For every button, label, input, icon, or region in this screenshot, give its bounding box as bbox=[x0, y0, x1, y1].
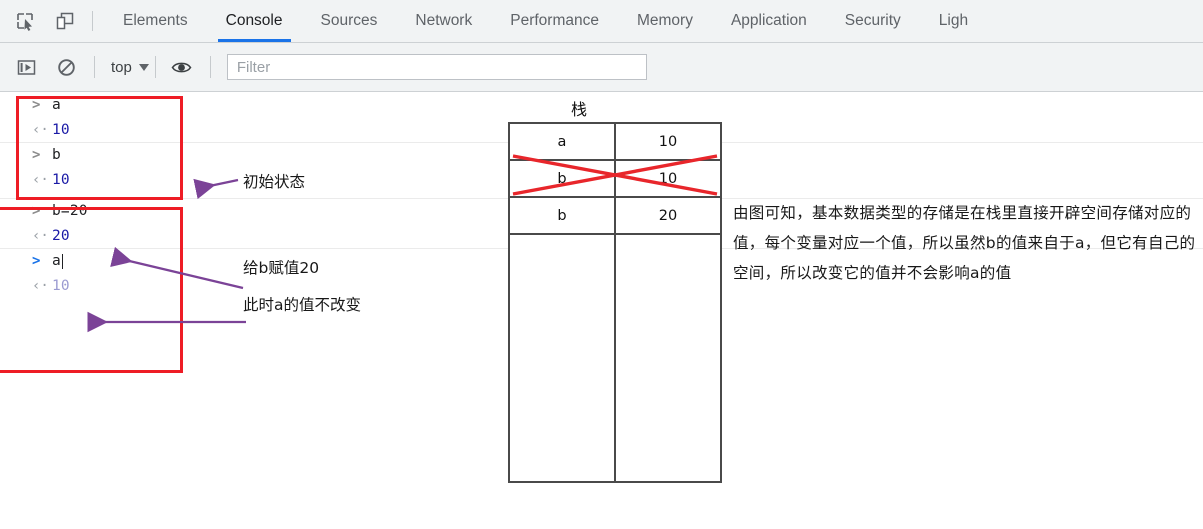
tab-label: Memory bbox=[636, 12, 693, 29]
console-output-value: 20 bbox=[52, 227, 70, 244]
chevron-down-icon bbox=[138, 63, 149, 71]
tab-memory[interactable]: Memory bbox=[618, 0, 712, 42]
tab-label: Performance bbox=[510, 12, 599, 29]
toolbar-divider bbox=[94, 56, 95, 78]
filter-input[interactable]: Filter bbox=[226, 54, 647, 80]
tab-label: Security bbox=[844, 12, 901, 29]
stack-variable-name: b bbox=[510, 161, 616, 196]
devtools-tab-list: Elements Console Sources Network Perform… bbox=[104, 0, 987, 42]
toolbar-divider bbox=[92, 11, 93, 31]
output-marker-icon: ‹· bbox=[32, 171, 49, 188]
device-toolbar-icon[interactable] bbox=[52, 8, 78, 34]
text-cursor bbox=[61, 253, 63, 269]
tab-console[interactable]: Console bbox=[207, 0, 302, 42]
devtools-tabbar: Elements Console Sources Network Perform… bbox=[0, 0, 1203, 43]
console-input-row[interactable]: > a bbox=[0, 92, 1203, 117]
console-output-value: 10 bbox=[52, 277, 70, 294]
execute-step-icon[interactable] bbox=[12, 53, 40, 81]
console-input-text: a bbox=[52, 96, 61, 113]
tab-security[interactable]: Security bbox=[826, 0, 920, 42]
annotation-label-a-unchanged: 此时a的值不改变 bbox=[243, 296, 361, 314]
annotation-label-initial-state: 初始状态 bbox=[243, 173, 306, 191]
execution-context-label: top bbox=[111, 58, 132, 76]
inspect-element-icon[interactable] bbox=[12, 8, 38, 34]
tab-label: Network bbox=[415, 12, 473, 29]
tab-elements[interactable]: Elements bbox=[104, 0, 207, 42]
stack-diagram-title: 栈 bbox=[571, 100, 588, 119]
console-input-expression: b=20 bbox=[52, 203, 88, 219]
devtools-tool-icons bbox=[0, 0, 78, 42]
tab-label: Application bbox=[730, 12, 807, 29]
tab-application[interactable]: Application bbox=[712, 0, 826, 42]
tab-label: Ligh bbox=[938, 12, 969, 29]
output-marker-icon: ‹· bbox=[32, 121, 49, 138]
input-marker-icon: > bbox=[32, 253, 41, 269]
stack-variable-value: 10 bbox=[658, 170, 678, 187]
tab-network[interactable]: Network bbox=[396, 0, 491, 42]
toolbar-divider bbox=[154, 56, 156, 78]
input-marker-icon: > bbox=[32, 147, 41, 163]
console-output-value: 10 bbox=[52, 121, 70, 138]
stack-variable-name: a bbox=[510, 124, 616, 159]
tab-performance[interactable]: Performance bbox=[491, 0, 618, 42]
execution-context-selector[interactable]: top bbox=[107, 57, 153, 78]
stack-column-divider bbox=[614, 235, 616, 481]
stack-row-crossed: b 10 bbox=[510, 161, 720, 198]
stack-row: b 20 bbox=[510, 198, 720, 235]
stack-diagram-table: a 10 b 10 b 20 bbox=[508, 122, 722, 483]
live-expression-eye-icon[interactable] bbox=[168, 53, 196, 81]
console-output-value: 10 bbox=[52, 171, 70, 188]
input-marker-icon: > bbox=[32, 203, 41, 219]
console-prompt-text: a bbox=[52, 253, 61, 269]
stack-variable-value: 10 bbox=[658, 133, 678, 150]
console-input-text: b=20 bbox=[52, 203, 88, 219]
stack-variable-name: b bbox=[510, 198, 616, 233]
stack-variable-value: 20 bbox=[658, 207, 678, 224]
output-marker-icon: ‹· bbox=[32, 277, 49, 294]
tab-sources[interactable]: Sources bbox=[302, 0, 397, 42]
annotation-label-assign-b: 给b赋值20 bbox=[243, 259, 320, 277]
tab-label: Elements bbox=[123, 12, 188, 29]
clear-console-icon[interactable] bbox=[52, 53, 80, 81]
stack-row: a 10 bbox=[510, 124, 720, 161]
output-marker-icon: ‹· bbox=[32, 227, 49, 244]
tab-label: Sources bbox=[320, 12, 378, 29]
explanation-paragraph: 由图可知，基本数据类型的存储是在栈里直接开辟空间存储对应的值，每个变量对应一个值… bbox=[733, 204, 1196, 282]
toolbar-divider bbox=[209, 56, 211, 78]
input-marker-icon: > bbox=[32, 96, 41, 113]
tab-lighthouse[interactable]: Ligh bbox=[920, 0, 987, 42]
console-toolbar: top Filter bbox=[0, 43, 1203, 92]
console-input-text: b bbox=[52, 147, 61, 163]
filter-placeholder: Filter bbox=[236, 58, 271, 76]
tab-label: Console bbox=[225, 12, 283, 29]
